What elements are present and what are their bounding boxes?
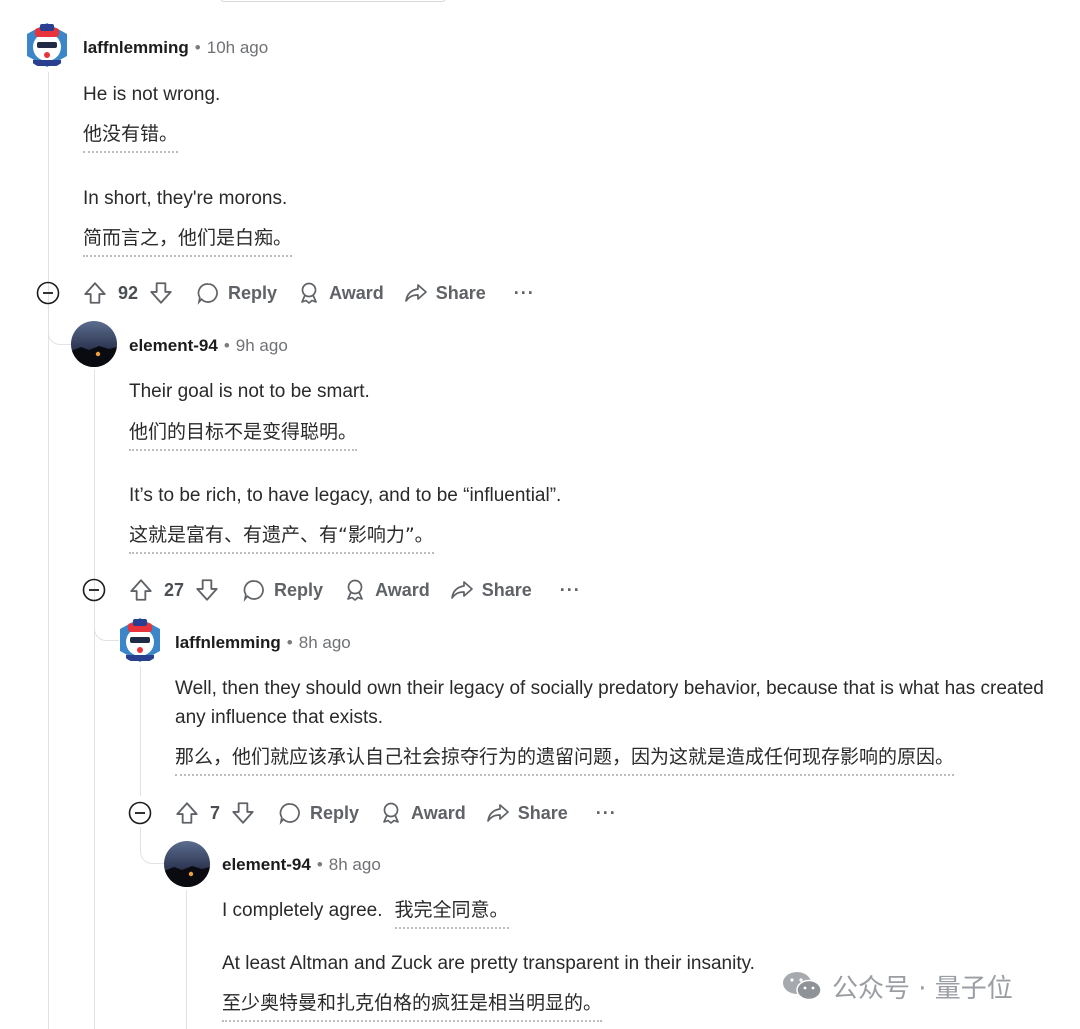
more-options-button[interactable]: ··· [560, 580, 581, 601]
thread-line-level-1 [48, 72, 49, 1029]
thread-elbow-level-3 [94, 604, 119, 641]
comment-translation: 他们的目标不是变得聪明。 [129, 419, 358, 451]
collapse-icon[interactable] [36, 281, 60, 305]
award-button[interactable]: Award [379, 801, 466, 825]
share-icon [450, 581, 473, 599]
comment-text: It’s to be rich, to have legacy, and to … [129, 485, 562, 506]
avatar[interactable] [24, 22, 70, 68]
more-options-button[interactable]: ··· [514, 283, 535, 304]
downvote-icon[interactable] [148, 280, 174, 306]
comment-text: In short, they're morons. [83, 188, 288, 209]
avatar[interactable] [71, 321, 117, 367]
timestamp[interactable]: 9h ago [236, 336, 288, 355]
reply-icon [243, 580, 264, 602]
share-button[interactable]: Share [450, 578, 532, 602]
collapse-icon[interactable] [128, 801, 152, 825]
username[interactable]: element-94 [222, 855, 311, 874]
comment-translation: 简而言之，他们是白痴。 [83, 225, 293, 257]
downvote-icon[interactable] [194, 577, 220, 603]
award-button[interactable]: Award [297, 281, 384, 305]
award-label: Award [375, 579, 430, 600]
comment-actions: 7 Reply Award Share ··· [128, 796, 617, 830]
upvote-icon[interactable] [128, 577, 154, 603]
watermark: 公众号 · 量子位 [780, 968, 1013, 1004]
comment-translation: 他没有错。 [83, 121, 179, 153]
reply-label: Reply [228, 282, 278, 303]
comment-text: Well, then they should own their legacy … [175, 678, 1044, 728]
reply-button[interactable]: Reply [196, 281, 277, 305]
timestamp[interactable]: 8h ago [299, 633, 351, 652]
share-icon [404, 284, 427, 302]
comment-text: He is not wrong. [83, 84, 221, 105]
timestamp[interactable]: 8h ago [329, 855, 381, 874]
comment-actions: 92 Reply Award Share ··· [36, 276, 535, 310]
upvote-icon[interactable] [174, 800, 200, 826]
vote-count: 7 [210, 802, 221, 823]
award-label: Award [329, 282, 384, 303]
thread-line-level-2-vertical [94, 370, 95, 1029]
share-label: Share [517, 802, 568, 823]
upvote-icon[interactable] [82, 280, 108, 306]
timestamp[interactable]: 10h ago [207, 38, 268, 57]
share-label: Share [481, 579, 532, 600]
thread-elbow-level-2 [48, 308, 73, 345]
comment-meta: laffnlemming • 10h ago [83, 38, 269, 57]
avatar[interactable] [117, 617, 163, 663]
reply-icon [279, 803, 300, 825]
award-button[interactable]: Award [343, 578, 430, 602]
share-button[interactable]: Share [486, 801, 568, 825]
comment-translation: 那么，他们就应该承认自己社会掠夺行为的遗留问题，因为这就是造成任何现存影响的原因… [175, 744, 955, 776]
share-label: Share [435, 282, 486, 303]
username[interactable]: element-94 [129, 336, 218, 355]
top-edge-bar [220, 0, 446, 2]
award-icon [347, 579, 363, 601]
comment-meta: laffnlemming • 8h ago [175, 633, 351, 652]
wechat-icon [783, 972, 822, 1001]
reply-icon [197, 283, 218, 305]
comment-text: Their goal is not to be smart. [129, 381, 370, 402]
comment-line: I completely agree. 我完全同意。 [222, 896, 509, 929]
share-icon [486, 804, 509, 822]
comment-meta: element-94 • 8h ago [222, 855, 381, 874]
comment-translation: 至少奥特曼和扎克伯格的疯狂是相当明显的。 [222, 990, 603, 1022]
username[interactable]: laffnlemming [83, 38, 189, 57]
username[interactable]: laffnlemming [175, 633, 281, 652]
vote-count: 92 [118, 282, 139, 303]
share-button[interactable]: Share [404, 281, 486, 305]
more-options-button[interactable]: ··· [596, 803, 617, 824]
thread-elbow-level-4 [140, 827, 165, 864]
comment-actions: 27 Reply Award Share ··· [82, 573, 581, 607]
avatar[interactable] [164, 841, 210, 887]
vote-count: 27 [164, 579, 185, 600]
comment-text: At least Altman and Zuck are pretty tran… [222, 953, 755, 974]
comment-text: I completely agree. [222, 900, 383, 921]
comment-meta: element-94 • 9h ago [129, 336, 288, 355]
thread-line-level-4-vertical [186, 890, 187, 1029]
watermark-text: 公众号 · 量子位 [832, 973, 1013, 1004]
award-icon [383, 802, 399, 824]
comment-translation: 我完全同意。 [394, 897, 509, 929]
award-icon [301, 282, 317, 304]
reply-button[interactable]: Reply [242, 578, 323, 602]
reply-label: Reply [310, 802, 360, 823]
award-label: Award [411, 802, 466, 823]
downvote-icon[interactable] [230, 800, 256, 826]
thread-line-level-3-vertical [140, 666, 141, 796]
reply-label: Reply [274, 579, 324, 600]
collapse-icon[interactable] [82, 578, 106, 602]
comment-translation: 这就是富有、有遗产、有“影响力”。 [129, 522, 434, 554]
reply-button[interactable]: Reply [278, 801, 359, 825]
